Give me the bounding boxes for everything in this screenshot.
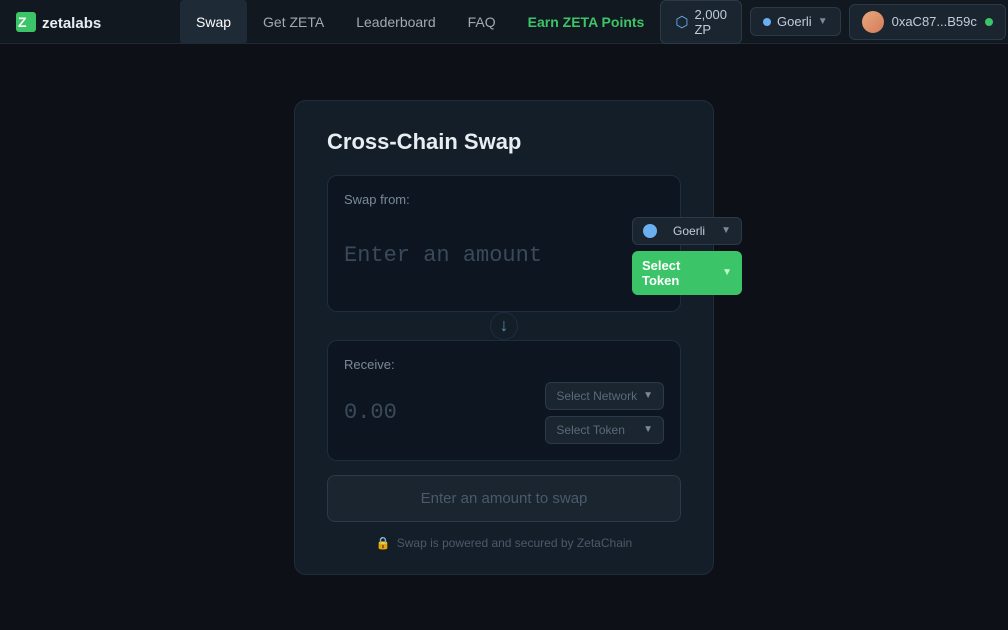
chevron-down-icon: ▼ [818,16,828,27]
svg-text:zetalabs: zetalabs [42,15,101,32]
to-token-label: Select Token [556,423,625,437]
svg-text:Z: Z [18,14,27,30]
receive-label: Receive: [344,357,664,372]
swap-arrow-wrapper: ↓ [327,312,681,340]
main-content: Cross-Chain Swap Swap from: Goerli ▼ Sel… [0,44,1008,630]
nav-links: Swap Get ZETA Leaderboard FAQ Earn ZETA … [180,0,660,44]
nav-swap[interactable]: Swap [180,0,247,44]
receive-row: 0.00 Select Network ▼ Select Token ▼ [344,382,664,444]
to-network-label: Select Network [556,389,637,403]
zp-icon: ⬡ [675,13,688,31]
swap-direction-arrow: ↓ [490,312,518,340]
nav-faq[interactable]: FAQ [452,0,512,44]
from-network-icon [643,224,657,238]
receive-section: Receive: 0.00 Select Network ▼ Select To… [327,340,681,461]
network-label: Goerli [777,14,812,29]
powered-by-text: Swap is powered and secured by ZetaChain [397,536,632,550]
to-network-select[interactable]: Select Network ▼ [545,382,664,410]
zp-balance: 2,000 ZP [694,7,727,37]
online-indicator [985,18,993,26]
amount-input[interactable] [344,243,622,268]
from-controls: Goerli ▼ Select Token ▼ [632,217,742,295]
from-network-label: Goerli [673,224,705,238]
network-dot [763,18,771,26]
from-network-chevron-icon: ▼ [721,225,731,236]
from-token-select[interactable]: Select Token ▼ [632,251,742,295]
wallet-button[interactable]: 0xaC87...B59c [849,4,1006,40]
to-controls: Select Network ▼ Select Token ▼ [545,382,664,444]
logo[interactable]: Z zetalabs [16,8,156,36]
to-token-chevron-icon: ▼ [643,424,653,435]
swap-from-label: Swap from: [344,192,664,207]
nav-get-zeta[interactable]: Get ZETA [247,0,340,44]
nav-earn-zeta-points[interactable]: Earn ZETA Points [512,0,661,44]
to-token-select[interactable]: Select Token ▼ [545,416,664,444]
zp-balance-badge: ⬡ 2,000 ZP [660,0,742,44]
from-token-chevron-icon: ▼ [722,267,732,278]
card-title: Cross-Chain Swap [327,129,681,155]
from-network-select[interactable]: Goerli ▼ [632,217,742,245]
lock-icon: 🔒 [376,536,391,550]
down-arrow-icon: ↓ [500,315,509,336]
swap-card: Cross-Chain Swap Swap from: Goerli ▼ Sel… [294,100,714,575]
swap-button[interactable]: Enter an amount to swap [327,475,681,522]
to-network-chevron-icon: ▼ [643,390,653,401]
navbar: Z zetalabs Swap Get ZETA Leaderboard FAQ… [0,0,1008,44]
nav-leaderboard[interactable]: Leaderboard [340,0,451,44]
swap-from-section: Swap from: Goerli ▼ Select Token ▼ [327,175,681,312]
network-selector[interactable]: Goerli ▼ [750,7,841,36]
avatar [862,11,884,33]
swap-from-row: Goerli ▼ Select Token ▼ [344,217,664,295]
wallet-address: 0xaC87...B59c [892,14,977,29]
from-token-label: Select Token [642,258,716,288]
receive-amount-display: 0.00 [344,400,535,425]
powered-by-footer: 🔒 Swap is powered and secured by ZetaCha… [327,536,681,550]
nav-right: ⬡ 2,000 ZP Goerli ▼ 0xaC87...B59c [660,0,1006,44]
